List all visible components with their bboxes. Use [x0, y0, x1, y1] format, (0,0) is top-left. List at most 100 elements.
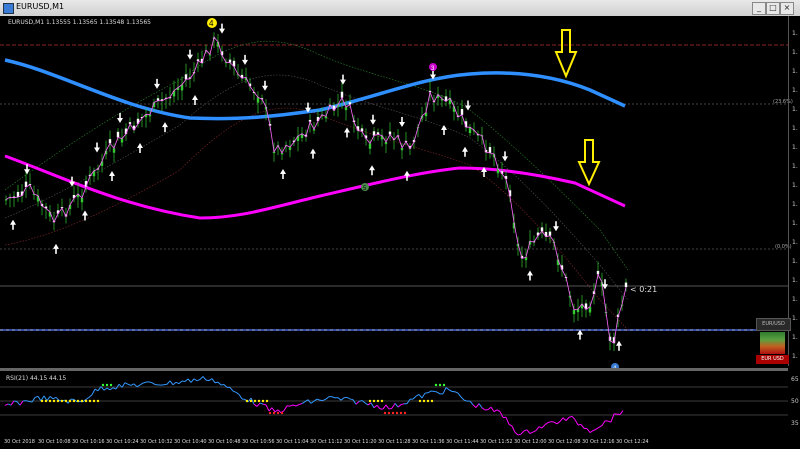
rsi-segment: [457, 392, 462, 398]
rsi-segment: [166, 380, 171, 385]
sell-arrow-icon: [242, 54, 248, 65]
rsi-segment: [28, 400, 33, 403]
rsi-segment: [34, 395, 39, 398]
sell-arrow-icon: [340, 74, 346, 85]
rsi-segment: [175, 381, 180, 385]
time-tick-label: 30 Oct 11:52: [480, 439, 513, 445]
candle-body: [112, 148, 116, 153]
rsi-segment: [526, 429, 531, 434]
price-tick-label: 1.: [792, 201, 798, 208]
sell-arrow-icon: [465, 100, 471, 111]
rsi-segment: [310, 400, 315, 404]
candle-body: [4, 199, 8, 201]
rsi-signal-dot: [380, 399, 384, 403]
rsi-signal-dot: [101, 383, 105, 387]
sell-arrow-icon: [94, 142, 100, 153]
rsi-signal-dot: [257, 399, 261, 403]
currency-strength-widget[interactable]: EUR/USD EUR USD: [756, 318, 791, 366]
time-tick-label: 30 Oct 12:00: [514, 439, 547, 445]
buy-arrow-icon: [462, 146, 468, 157]
buy-arrow-icon: [404, 170, 410, 181]
candle-body: [184, 74, 188, 80]
rsi-segment: [94, 388, 99, 392]
price-axis[interactable]: 1. 1. 1. 1. 1. 1. 1. 1. 1. 1. 1. 1. 1. 1. 1. 1. 1. 1.: [788, 16, 800, 366]
rsi-signal-dot: [383, 411, 387, 415]
rsi-segment: [445, 387, 450, 391]
slow-moving-average: [4, 58, 626, 121]
rsi-segment: [262, 403, 267, 406]
indicator-panel-separator[interactable]: [0, 368, 788, 371]
rsi-segment: [4, 403, 9, 406]
rsi-segment: [532, 430, 537, 433]
rsi-signal-dot: [426, 399, 430, 403]
buy-arrow-icon: [162, 122, 168, 133]
rsi-segment: [595, 426, 600, 430]
sell-arrow-icon: [262, 80, 268, 91]
rsi-segment: [472, 404, 477, 409]
candle-body: [548, 231, 552, 236]
rsi-segment: [169, 380, 174, 386]
bar-countdown: < 0:21: [630, 285, 658, 294]
price-tick-label: 1.: [792, 334, 798, 341]
wave-marker-4-top-label: 4: [209, 19, 214, 28]
rsi-segment: [292, 404, 297, 407]
rsi-segment: [475, 403, 480, 408]
time-tick-label: 30 Oct 11:12: [310, 439, 343, 445]
rsi-segment: [448, 389, 453, 392]
rsi-segment: [109, 387, 114, 391]
rsi-segment: [460, 396, 465, 401]
rsi-signal-dot: [395, 411, 399, 415]
buy-arrow-icon: [10, 219, 16, 230]
rsi-segment: [598, 425, 603, 428]
rsi-segment: [181, 380, 186, 383]
rsi-signal-dot: [40, 399, 44, 403]
rsi-segment: [238, 394, 243, 400]
price-chart[interactable]: 4 3 5 4: [0, 0, 800, 449]
rsi-segment: [538, 426, 543, 429]
sell-arrow-icon: [399, 117, 405, 127]
rsi-segment: [478, 403, 483, 409]
candle-body: [368, 143, 372, 149]
time-axis[interactable]: 30 Oct 2018 30 Oct 10:08 30 Oct 10:16 30 Oc…: [0, 437, 800, 449]
rsi-segment: [289, 404, 294, 407]
rsi-signal-dot: [80, 399, 84, 403]
rsi-segment: [184, 378, 189, 382]
rsi-signal-dot: [105, 383, 109, 387]
rsi-signal-dot: [68, 399, 72, 403]
rsi-segment: [91, 388, 96, 395]
rsi-segment: [499, 411, 504, 418]
rsi-segment: [124, 382, 129, 385]
rsi-segment: [514, 431, 519, 436]
rsi-segment: [52, 396, 57, 400]
rsi-signal-dot: [84, 399, 88, 403]
rsi-segment: [523, 429, 528, 432]
time-tick-label: 30 Oct 11:28: [378, 439, 411, 445]
rsi-segment: [199, 376, 204, 380]
buy-arrow-icon: [137, 143, 143, 153]
rsi-segment: [316, 398, 321, 401]
close-price-line: [5, 36, 627, 344]
candle-body: [116, 131, 120, 138]
rsi-signal-dot: [391, 411, 395, 415]
buy-arrow-icon: [527, 270, 533, 281]
rsi-scale-50: 50: [791, 398, 799, 405]
rsi-signal-dot: [76, 399, 80, 403]
rsi-segment: [385, 404, 390, 410]
rsi-segment: [370, 402, 375, 408]
price-tick-label: 1.: [792, 163, 798, 170]
rsi-segment: [37, 396, 42, 402]
rsi-signal-dot: [253, 399, 257, 403]
rsi-segment: [412, 395, 417, 400]
candle-body: [460, 109, 464, 115]
highlight-arrow-down-1: [554, 29, 578, 79]
candle-body: [120, 138, 124, 143]
rsi-segment: [112, 387, 117, 390]
time-tick-label: 30 Oct 12:24: [616, 439, 649, 445]
rsi-segment: [433, 390, 438, 393]
rsi-segment: [133, 383, 138, 388]
rsi-segment: [517, 433, 522, 436]
rsi-segment: [397, 404, 402, 408]
sell-arrow-icon: [553, 221, 559, 232]
rsi-segment: [388, 407, 393, 410]
rsi-segment: [340, 397, 345, 401]
